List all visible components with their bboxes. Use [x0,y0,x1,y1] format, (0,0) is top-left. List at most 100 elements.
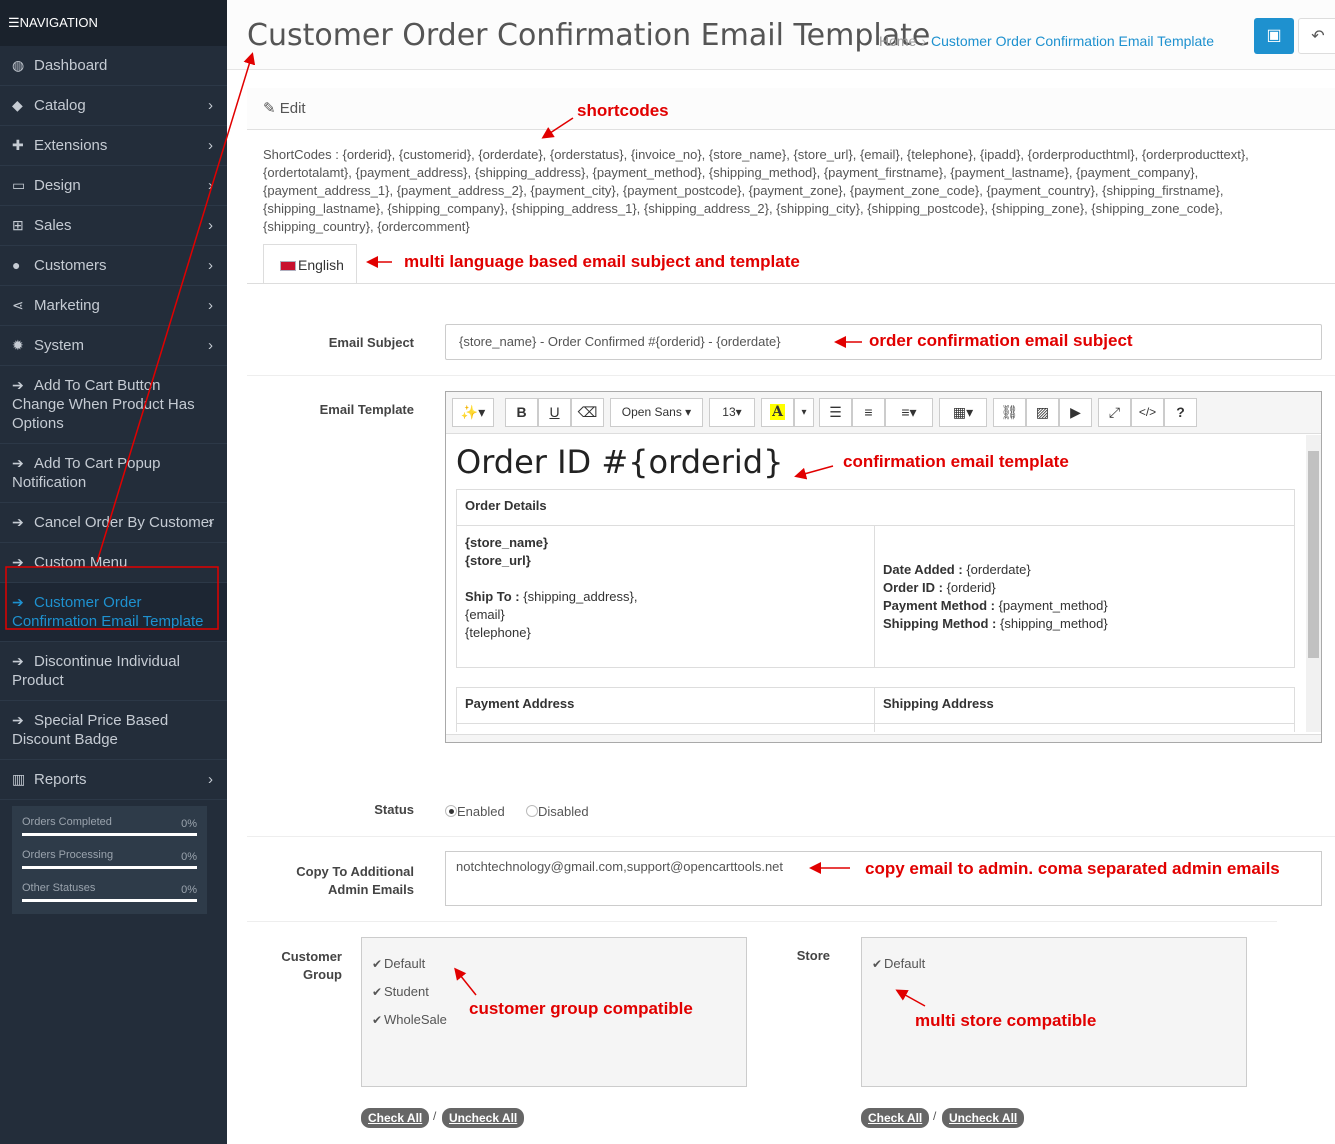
ordered-list-button[interactable]: ≡ [852,398,885,427]
sidebar-item-label: Cancel Order By Customer [34,514,215,531]
status-disabled-radio[interactable] [525,805,538,817]
stat-other-statuses: Other Statuses 0% [22,882,197,915]
order-details-header: Order Details [456,489,1295,526]
sidebar-item-reports[interactable]: ▥ Reports › [0,760,227,800]
sidebar-item-label: Add To Cart Popup Notification [12,455,161,491]
reply-icon: ↶ [1311,28,1325,45]
sidebar-item-label: Design [34,177,81,194]
video-button[interactable]: ▶ [1059,398,1092,427]
breadcrumb-home[interactable]: Home [879,33,916,49]
payment-address-header: Payment Address [456,687,875,724]
annotation-shortcodes: shortcodes [577,101,669,120]
codeview-button[interactable]: </> [1131,398,1164,427]
store-default-checkbox[interactable]: ✔ Default [872,956,1236,984]
uncheck-all-store-button[interactable]: Uncheck All [942,1108,1025,1128]
menu-icon[interactable]: ☰ [8,15,20,30]
editor-resize-handle[interactable] [446,734,1321,742]
breadcrumb: Home › Customer Order Confirmation Email T… [879,33,1214,49]
sidebar-item-custom-menu[interactable]: ➔ Custom Menu [0,543,227,583]
stat-orders-processing: Orders Processing 0% [22,849,197,882]
page-header: Customer Order Confirmation Email Templa… [227,0,1335,70]
annotation-language: multi language based email subject and t… [404,252,800,271]
order-info-cell: Date Added : {orderdate} Order ID : {ord… [874,525,1295,668]
sidebar-item-add-to-cart-button-change-when-product-has-options[interactable]: ➔ Add To Cart Button Change When Product … [0,366,227,444]
page-title: Customer Order Confirmation Email Templa… [247,18,931,53]
chevron-right-icon: › [208,137,213,154]
check-all-group-button[interactable]: Check All [361,1108,430,1128]
status-enabled-radio[interactable] [445,805,457,817]
caret-down-icon: ▾ [735,405,742,419]
panel-heading: ✎ Edit [247,88,1335,130]
sidebar-item-add-to-cart-popup-notification[interactable]: ➔ Add To Cart Popup Notification [0,444,227,503]
check-icon: ✔ [872,957,883,971]
sidebar-item-catalog[interactable]: ◆ Catalog › [0,86,227,126]
table-button[interactable]: ▦▾ [939,398,987,427]
puzzle-icon: ✚ [12,137,24,153]
table-icon: ▦▾ [952,404,974,420]
sidebar-item-customers[interactable]: ● Customers › [0,246,227,286]
store-info-cell: {store_name} {store_url} Ship To : {ship… [456,525,875,668]
sidebar-item-design[interactable]: ▭ Design › [0,166,227,206]
editor-content[interactable]: Order ID #{orderid} Order Details {store… [446,435,1306,732]
scrollbar-thumb[interactable] [1308,451,1319,658]
chevron-right-icon: › [208,771,213,788]
font-color-dropdown[interactable]: ▾ [794,398,814,427]
back-button[interactable]: ↶ [1298,18,1335,54]
help-button[interactable]: ? [1164,398,1197,427]
check-all-store-button[interactable]: Check All [861,1108,930,1128]
list-ol-icon: ≡ [864,404,873,420]
sidebar-item-discontinue-individual-product[interactable]: ➔ Discontinue Individual Product [0,642,227,701]
sidebar-item-label: Customers [34,257,107,274]
uncheck-all-group-button[interactable]: Uncheck All [442,1108,525,1128]
link-button[interactable]: ⛓ [993,398,1026,427]
font-family-dropdown[interactable]: Open Sans ▾ [610,398,703,427]
text-color-icon: A [770,404,785,420]
pencil-icon: ✎ [263,100,276,117]
image-button[interactable]: ▨ [1026,398,1059,427]
sidebar-item-extensions[interactable]: ✚ Extensions › [0,126,227,166]
address-table: Payment Address Shipping Address [456,687,1295,732]
email-subject-label: Email Subject [328,335,414,350]
nav-title[interactable]: ☰NAVIGATION [0,0,227,46]
editor-scrollbar[interactable] [1306,435,1321,732]
list-ul-icon: ☰ [829,404,842,420]
panel-title: ✎ Edit [263,100,306,117]
chevron-right-icon: › [208,337,213,354]
status-radio-group: Enabled Disabled [445,804,589,819]
rich-text-editor[interactable]: ✨▾ B U ⌫ Open Sans ▾ 13▾ A ▾ ☰ ≡ ≡▾ ▦▾ ⛓… [445,391,1322,743]
sidebar-item-marketing[interactable]: ⋖ Marketing › [0,286,227,326]
breadcrumb-current[interactable]: Customer Order Confirmation Email Templa… [931,33,1214,49]
bold-button[interactable]: B [505,398,538,427]
progress-bar [22,899,197,902]
unordered-list-button[interactable]: ☰ [819,398,852,427]
sidebar-item-system[interactable]: ✹ System › [0,326,227,366]
align-left-icon: ≡▾ [901,404,917,420]
shipping-address-header: Shipping Address [874,687,1295,724]
picture-icon: ▨ [1035,404,1050,420]
sidebar-item-label: Reports [34,771,87,788]
annotation-group: customer group compatible [469,999,693,1018]
fullscreen-button[interactable]: ⤢ [1098,398,1131,427]
chevron-right-icon: › [208,297,213,314]
sidebar-item-customer-order-confirmation-email-template[interactable]: ➔ Customer Order Confirmation Email Templ… [0,583,227,642]
editor-toolbar: ✨▾ B U ⌫ Open Sans ▾ 13▾ A ▾ ☰ ≡ ≡▾ ▦▾ ⛓… [446,392,1321,434]
customer-group-default-checkbox[interactable]: ✔ Default [372,956,736,984]
sidebar-item-dashboard[interactable]: ◍ Dashboard [0,46,227,86]
tab-english[interactable]: English [263,244,357,284]
sidebar-item-sales[interactable]: ⊞ Sales › [0,206,227,246]
font-color-button[interactable]: A [761,398,794,427]
sidebar-item-label: Marketing [34,297,100,314]
font-size-dropdown[interactable]: 13▾ [709,398,755,427]
underline-button[interactable]: U [538,398,571,427]
sidebar-item-label: Extensions [34,137,108,154]
clear-format-button[interactable]: ⌫ [571,398,604,427]
sidebar-item-cancel-order-by-customer[interactable]: ➔ Cancel Order By Customer › [0,503,227,543]
save-button[interactable]: ▣ [1254,18,1294,54]
sidebar-item-special-price-based-discount-badge[interactable]: ➔ Special Price Based Discount Badge [0,701,227,760]
style-button[interactable]: ✨▾ [452,398,494,427]
cart-icon: ⊞ [12,217,24,233]
sidebar-item-label: Sales [34,217,72,234]
paragraph-button[interactable]: ≡▾ [885,398,933,427]
annotation-subject: order confirmation email subject [869,331,1133,350]
user-icon: ● [12,257,21,273]
